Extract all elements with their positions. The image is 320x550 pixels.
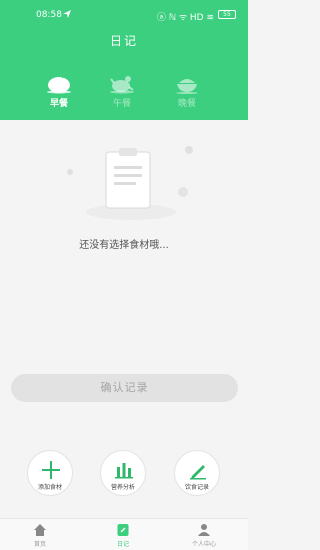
page-title: 日记 (109, 34, 138, 48)
rice-bowl-icon (176, 79, 198, 94)
nutrition-analysis-button[interactable]: 营养分析 (98, 450, 148, 496)
tab-breakfast[interactable]: 早餐 (34, 72, 84, 109)
bar-chart-icon (115, 463, 133, 479)
plus-icon (42, 461, 60, 479)
diet-record-label: 饮食记录 (184, 484, 209, 491)
tab-lunch-label: 午餐 (112, 99, 131, 109)
tab-breakfast-label: 早餐 (49, 99, 68, 109)
tab-dinner-label: 晚餐 (177, 99, 196, 109)
status-time: 08:58 (36, 10, 62, 20)
add-ingredient-label: 添加食材 (37, 484, 62, 491)
tab-profile-label: 个人中心 (191, 541, 216, 548)
user-icon (198, 524, 210, 536)
confirm-record-button[interactable]: 确认记录 (11, 374, 238, 402)
status-indicators: ⓐ ℕ ᯤ HD ≋ (156, 13, 214, 23)
tab-profile[interactable]: 个人中心 (184, 523, 224, 548)
tab-home[interactable]: 首页 (20, 523, 60, 548)
diary-icon (117, 524, 129, 536)
empty-state-message: 还没有选择食材哦... (79, 240, 169, 251)
empty-clipboard-illustration (67, 146, 193, 220)
steamed-bun-icon (47, 75, 71, 94)
tab-lunch[interactable]: 午餐 (97, 72, 147, 109)
roast-chicken-icon (110, 76, 134, 94)
diet-record-button[interactable]: 饮食记录 (172, 450, 222, 496)
home-icon (34, 524, 46, 536)
pen-icon (190, 465, 206, 480)
bottom-tab-bar: 首页 日记 个人中心 (0, 518, 248, 550)
header-bar: 08:58 ⓐ ℕ ᯤ HD ≋ 55 日记 早餐 午餐 晚餐 (0, 0, 248, 120)
status-bar: 08:58 ⓐ ℕ ᯤ HD ≋ 55 (0, 0, 248, 28)
nutrition-analysis-label: 营养分析 (110, 484, 135, 491)
tab-home-label: 首页 (33, 541, 46, 548)
battery-icon: 55 (218, 10, 236, 19)
tab-diary[interactable]: 日记 (103, 523, 143, 548)
tab-diary-label: 日记 (116, 541, 129, 548)
tab-dinner[interactable]: 晚餐 (162, 72, 212, 109)
add-ingredient-button[interactable]: 添加食材 (25, 450, 75, 496)
navigation-arrow-icon (63, 10, 71, 18)
